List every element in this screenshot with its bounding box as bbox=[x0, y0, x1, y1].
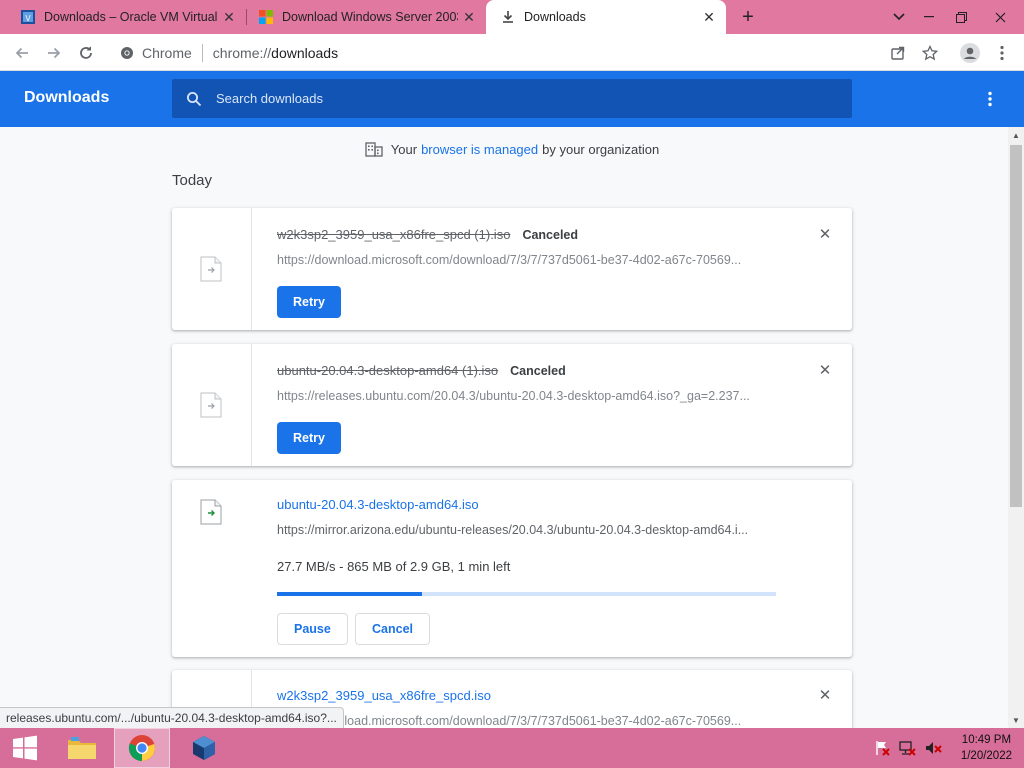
remove-icon[interactable]: ✕ bbox=[816, 225, 834, 243]
omnibox-divider bbox=[201, 43, 203, 62]
scroll-thumb[interactable] bbox=[1010, 145, 1022, 507]
bookmark-star-icon[interactable] bbox=[917, 40, 943, 66]
close-icon[interactable]: ✕ bbox=[218, 6, 240, 28]
tab-search-icon[interactable] bbox=[884, 0, 914, 34]
tab-windows-server[interactable]: Download Windows Server 2003 ✕ bbox=[238, 0, 486, 34]
downloads-header: Downloads bbox=[0, 71, 1024, 127]
downloads-list: Your browser is managed by your organiza… bbox=[0, 127, 1008, 728]
tab-title: Download Windows Server 2003 bbox=[282, 10, 458, 24]
search-box[interactable] bbox=[172, 79, 852, 118]
tab-strip: V Downloads – Oracle VM VirtualB ✕ Downl… bbox=[0, 0, 1024, 34]
source-url[interactable]: https://releases.ubuntu.com/20.04.3/ubun… bbox=[277, 389, 777, 403]
chrome-taskbar-button[interactable] bbox=[114, 728, 170, 768]
clock-date: 1/20/2022 bbox=[960, 750, 1012, 762]
folder-icon bbox=[68, 737, 96, 759]
virtualbox-icon bbox=[193, 736, 215, 760]
progress-bar-fill bbox=[277, 592, 422, 596]
virtualbox-icon: V bbox=[20, 9, 36, 25]
browser-toolbar: Chrome chrome://downloads bbox=[0, 34, 1024, 71]
source-url[interactable]: https://mirror.arizona.edu/ubuntu-releas… bbox=[277, 523, 777, 537]
network-icon[interactable] bbox=[898, 740, 916, 756]
page-title: Downloads bbox=[24, 89, 110, 106]
file-icon bbox=[200, 256, 222, 282]
close-icon[interactable]: ✕ bbox=[698, 6, 720, 28]
file-icon bbox=[200, 499, 222, 525]
restore-icon[interactable] bbox=[946, 0, 976, 34]
browser-managed-link[interactable]: browser is managed bbox=[421, 142, 538, 157]
virtualbox-taskbar-button[interactable] bbox=[176, 728, 232, 768]
retry-button[interactable]: Retry bbox=[277, 422, 341, 454]
scroll-up-arrow-icon[interactable]: ▲ bbox=[1008, 127, 1024, 143]
remove-icon[interactable]: ✕ bbox=[816, 686, 834, 704]
retry-button[interactable]: Retry bbox=[277, 286, 341, 318]
tab-virtualbox[interactable]: V Downloads – Oracle VM VirtualB ✕ bbox=[0, 0, 246, 34]
forward-button[interactable] bbox=[41, 40, 67, 66]
windows-start-icon bbox=[13, 735, 37, 761]
download-icon bbox=[500, 9, 516, 25]
file-name: ubuntu-20.04.3-desktop-amd64 (1).iso Canc… bbox=[277, 363, 566, 378]
more-actions-icon[interactable] bbox=[978, 87, 1002, 111]
close-window-icon[interactable] bbox=[982, 0, 1018, 34]
file-name-link[interactable]: ubuntu-20.04.3-desktop-amd64.iso bbox=[277, 497, 479, 512]
chrome-menu-icon[interactable] bbox=[989, 40, 1015, 66]
clock[interactable]: 10:49 PM 1/20/2022 bbox=[961, 732, 1012, 764]
file-name-link[interactable]: w2k3sp2_3959_usa_x86fre_spcd.iso bbox=[277, 688, 491, 703]
file-icon-column bbox=[172, 344, 252, 466]
scroll-down-arrow-icon[interactable]: ▼ bbox=[1008, 712, 1024, 728]
source-url[interactable]: https://download.microsoft.com/download/… bbox=[277, 714, 777, 728]
download-status: Canceled bbox=[522, 228, 579, 242]
file-name: w2k3sp2_3959_usa_x86fre_spcd (1).iso Canc… bbox=[277, 227, 579, 242]
reload-button[interactable] bbox=[73, 40, 99, 66]
system-tray bbox=[874, 728, 942, 768]
chrome-chip: Chrome bbox=[120, 45, 192, 61]
managed-notice: Your browser is managed by your organiza… bbox=[0, 141, 1008, 157]
progress-bar bbox=[277, 592, 776, 596]
file-icon-column bbox=[172, 480, 252, 657]
close-icon[interactable]: ✕ bbox=[458, 6, 480, 28]
source-url[interactable]: https://download.microsoft.com/download/… bbox=[277, 253, 777, 267]
cancel-button[interactable]: Cancel bbox=[355, 613, 430, 645]
search-icon bbox=[172, 91, 216, 107]
url-text: chrome://downloads bbox=[212, 44, 339, 61]
file-explorer-taskbar-button[interactable] bbox=[54, 728, 110, 768]
tab-downloads[interactable]: Downloads ✕ bbox=[486, 0, 726, 34]
volume-muted-icon[interactable] bbox=[924, 740, 942, 756]
address-bar[interactable]: Chrome chrome://downloads bbox=[110, 38, 948, 67]
windows-taskbar: 10:49 PM 1/20/2022 bbox=[0, 728, 1024, 768]
action-center-flag-icon[interactable] bbox=[874, 740, 890, 756]
chip-label: Chrome bbox=[142, 44, 192, 61]
file-icon-column bbox=[172, 208, 252, 330]
download-item: w2k3sp2_3959_usa_x86fre_spcd (1).iso Canc… bbox=[172, 208, 852, 330]
tab-title: Downloads – Oracle VM VirtualB bbox=[44, 10, 218, 24]
new-tab-button[interactable]: + bbox=[736, 5, 760, 29]
download-item: ubuntu-20.04.3-desktop-amd64 (1).iso Canc… bbox=[172, 344, 852, 466]
chrome-logo-icon bbox=[128, 735, 155, 762]
section-date-label: Today bbox=[172, 172, 213, 189]
tab-title: Downloads bbox=[524, 10, 586, 24]
share-icon[interactable] bbox=[885, 40, 911, 66]
clock-time: 10:49 PM bbox=[961, 734, 1012, 746]
download-item-active: ubuntu-20.04.3-desktop-amd64.iso https:/… bbox=[172, 480, 852, 657]
file-icon bbox=[200, 392, 222, 418]
search-input[interactable] bbox=[216, 91, 816, 106]
progress-description: 27.7 MB/s - 865 MB of 2.9 GB, 1 min left bbox=[277, 559, 511, 574]
link-status-bubble: releases.ubuntu.com/.../ubuntu-20.04.3-d… bbox=[0, 707, 344, 728]
minimize-icon[interactable] bbox=[914, 0, 944, 34]
windows-logo-icon bbox=[258, 9, 274, 25]
start-button[interactable] bbox=[0, 728, 50, 768]
svg-text:V: V bbox=[25, 14, 31, 23]
pause-button[interactable]: Pause bbox=[277, 613, 348, 645]
download-status: Canceled bbox=[510, 364, 566, 378]
chrome-icon bbox=[121, 46, 133, 59]
profile-avatar[interactable] bbox=[957, 40, 983, 66]
building-icon bbox=[365, 141, 383, 157]
remove-icon[interactable]: ✕ bbox=[816, 361, 834, 379]
page-scrollbar[interactable]: ▲ ▼ bbox=[1008, 127, 1024, 728]
back-button[interactable] bbox=[9, 40, 35, 66]
